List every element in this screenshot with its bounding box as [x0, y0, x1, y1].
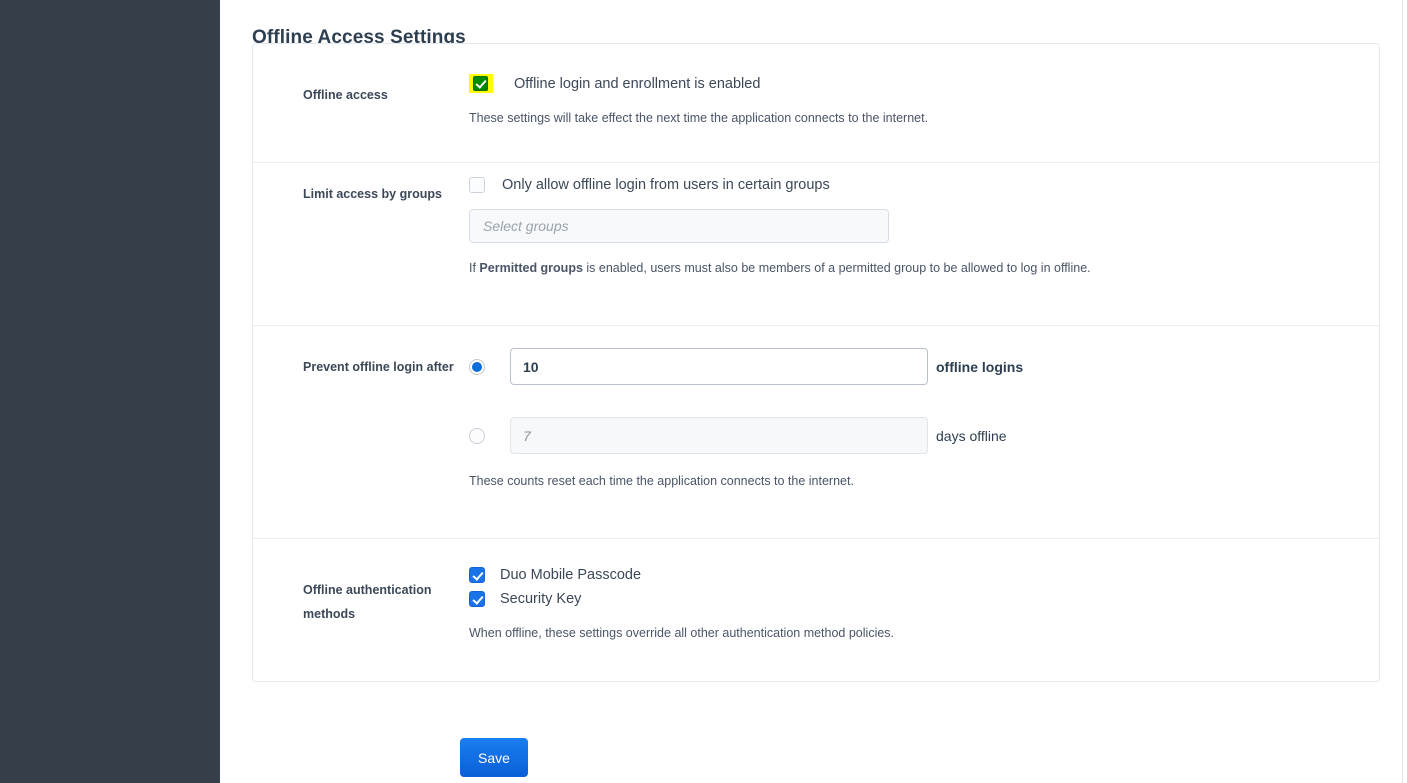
offline-access-settings-panel: Offline access Offline login and enrollm… — [252, 43, 1380, 682]
checkbox-label-offline-access: Offline login and enrollment is enabled — [514, 75, 761, 92]
section-offline-auth-methods: Offline authentication methods Duo Mobil… — [253, 539, 1379, 681]
help-text-limit-groups: If Permitted groups is enabled, users mu… — [469, 260, 1355, 276]
radio-row-offline-logins[interactable]: 10 offline logins — [463, 348, 1355, 385]
checkbox-offline-access-enabled[interactable] — [473, 76, 488, 91]
auth-method-label-duo-mobile-passcode: Duo Mobile Passcode — [500, 567, 642, 583]
section-body-auth-methods: Duo Mobile Passcode Security Key When of… — [463, 539, 1379, 640]
main-content: Offline Access Settings Offline access O… — [220, 0, 1407, 783]
radio-offline-logins[interactable] — [469, 358, 485, 375]
left-sidebar — [0, 0, 220, 783]
input-offline-logins-value: 10 — [523, 358, 539, 375]
section-body-limit-groups: Only allow offline login from users in c… — [463, 163, 1379, 276]
checkbox-label-limit-groups: Only allow offline login from users in c… — [502, 177, 830, 193]
auth-method-label-security-key: Security Key — [500, 591, 582, 607]
auth-method-row-security-key[interactable]: Security Key — [463, 591, 1355, 607]
radio-days-offline[interactable] — [469, 427, 485, 444]
help-bold-permitted-groups: Permitted groups — [479, 261, 583, 275]
app-root: Offline Access Settings Offline access O… — [0, 0, 1407, 783]
section-label-offline-access: Offline access — [303, 88, 388, 102]
checkbox-only-allow-certain-groups[interactable] — [469, 177, 485, 193]
section-limit-access-by-groups: Limit access by groups Only allow offlin… — [253, 163, 1379, 326]
help-text-offline-access: These settings will take effect the next… — [469, 111, 929, 125]
unit-label-days-offline: days offline — [936, 427, 1007, 444]
input-days-offline-value: 7 — [523, 427, 531, 444]
help-suffix: is enabled, users must also be members o… — [582, 261, 1091, 275]
section-prevent-offline-login: Prevent offline login after 10 offline l… — [253, 326, 1379, 539]
limit-groups-checkbox-row[interactable]: Only allow offline login from users in c… — [463, 177, 1355, 193]
section-label-auth-methods: Offline authentication methods — [303, 583, 432, 621]
section-label-limit-groups: Limit access by groups — [303, 187, 442, 201]
checkbox-security-key[interactable] — [469, 591, 485, 607]
section-offline-access: Offline access Offline login and enrollm… — [253, 44, 1379, 163]
select-groups-placeholder: Select groups — [483, 218, 569, 234]
section-body-offline-access: Offline login and enrollment is enabled … — [463, 44, 1379, 126]
checkbox-duo-mobile-passcode[interactable] — [469, 567, 485, 583]
input-offline-logins-count[interactable]: 10 — [510, 348, 928, 385]
highlight-marker — [469, 74, 493, 93]
offline-access-checkbox-row[interactable]: Offline login and enrollment is enabled — [463, 74, 1355, 93]
scrollbar-track-edge[interactable] — [1402, 0, 1403, 783]
section-label-prevent-login: Prevent offline login after — [303, 360, 454, 374]
save-button[interactable]: Save — [460, 738, 528, 777]
help-prefix: If — [469, 261, 480, 275]
section-body-prevent-login: 10 offline logins 7 days offline These c… — [463, 326, 1379, 488]
help-text-prevent-login: These counts reset each time the applica… — [469, 474, 854, 488]
help-text-auth-methods: When offline, these settings override al… — [469, 626, 895, 640]
select-groups-input[interactable]: Select groups — [469, 209, 889, 243]
unit-label-offline-logins: offline logins — [936, 358, 1024, 375]
auth-method-row-duo-mobile-passcode[interactable]: Duo Mobile Passcode — [463, 567, 1355, 583]
input-days-offline-count[interactable]: 7 — [510, 417, 928, 454]
radio-row-days-offline[interactable]: 7 days offline — [463, 417, 1355, 454]
